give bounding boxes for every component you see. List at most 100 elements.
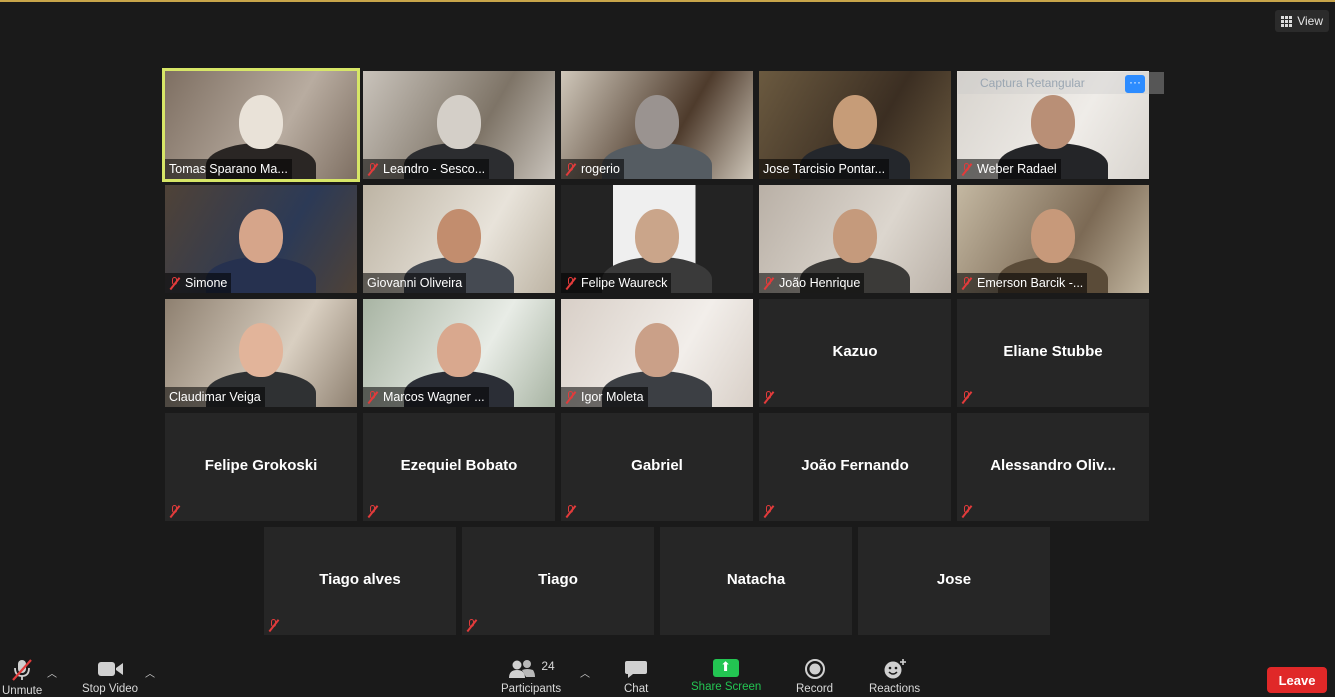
participant-name-strip: Emerson Barcik -... bbox=[957, 273, 1088, 293]
participant-tile[interactable]: rogerio bbox=[561, 71, 753, 179]
stop-video-button[interactable]: Stop Video bbox=[82, 659, 138, 695]
participant-tile[interactable]: Tomas Sparano Ma... bbox=[162, 68, 360, 182]
video-options-caret[interactable]: ︿ bbox=[145, 665, 155, 680]
participant-tile[interactable]: Jose Tarcisio Pontar... bbox=[759, 71, 951, 179]
participant-tile[interactable]: Natacha bbox=[660, 527, 852, 635]
participant-tile[interactable]: Gabriel bbox=[561, 413, 753, 521]
participants-options-caret[interactable]: ︿ bbox=[580, 665, 590, 680]
microphone-muted-icon bbox=[565, 276, 577, 290]
participant-name-strip: Felipe Waureck bbox=[561, 273, 672, 293]
participant-tile[interactable]: Giovanni Oliveira bbox=[363, 185, 555, 293]
participant-name: Emerson Barcik -... bbox=[977, 276, 1084, 290]
view-button[interactable]: View bbox=[1275, 10, 1329, 32]
participant-name-strip: Leandro - Sesco... bbox=[363, 159, 490, 179]
unmute-button[interactable]: Unmute bbox=[2, 659, 42, 697]
microphone-muted-icon bbox=[961, 276, 973, 290]
participant-name-strip: Tomas Sparano Ma... bbox=[165, 159, 292, 179]
participant-name-strip: Simone bbox=[165, 273, 232, 293]
participant-name-strip: Igor Moleta bbox=[561, 387, 648, 407]
microphone-muted-icon bbox=[961, 390, 973, 404]
view-label: View bbox=[1297, 14, 1323, 28]
leave-button[interactable]: Leave bbox=[1267, 667, 1327, 693]
participant-name-strip: Marcos Wagner ... bbox=[363, 387, 489, 407]
participant-display-name: Tiago alves bbox=[319, 571, 401, 588]
participant-tile[interactable]: Emerson Barcik -... bbox=[957, 185, 1149, 293]
participant-display-name: Gabriel bbox=[631, 457, 683, 474]
microphone-muted-icon bbox=[961, 162, 973, 176]
participant-name-strip: Weber Radael bbox=[957, 159, 1061, 179]
participant-tile[interactable]: Jose bbox=[858, 527, 1050, 635]
reactions-smiley-icon bbox=[884, 659, 906, 679]
participant-name-strip bbox=[264, 615, 284, 635]
participant-tile[interactable]: Leandro - Sesco... bbox=[363, 71, 555, 179]
participant-name-strip: Jose Tarcisio Pontar... bbox=[759, 159, 890, 179]
participant-tile[interactable]: Claudimar Veiga bbox=[165, 299, 357, 407]
microphone-muted-icon bbox=[565, 504, 577, 518]
microphone-muted-icon bbox=[169, 504, 181, 518]
participant-tile[interactable]: João Fernando bbox=[759, 413, 951, 521]
participant-tile[interactable]: Simone bbox=[165, 185, 357, 293]
participant-name: João Henrique bbox=[779, 276, 861, 290]
record-icon bbox=[804, 659, 825, 679]
participant-tile[interactable]: Ezequiel Bobato bbox=[363, 413, 555, 521]
microphone-muted-icon bbox=[961, 504, 973, 518]
participant-name-strip bbox=[957, 387, 977, 407]
participants-icon bbox=[509, 660, 536, 678]
participant-tile[interactable]: Marcos Wagner ... bbox=[363, 299, 555, 407]
participant-tile[interactable]: Alessandro Oliv... bbox=[957, 413, 1149, 521]
microphone-muted-icon bbox=[169, 276, 181, 290]
audio-options-caret[interactable]: ︿ bbox=[47, 665, 57, 680]
participant-tile[interactable]: Tiago bbox=[462, 527, 654, 635]
meeting-toolbar: Unmute ︿ Stop Video ︿ 24 Participants ︿ … bbox=[0, 651, 1335, 697]
participant-tile[interactable]: João Henrique bbox=[759, 185, 951, 293]
microphone-muted-icon bbox=[763, 504, 775, 518]
microphone-muted-icon bbox=[763, 276, 775, 290]
participant-name: Felipe Waureck bbox=[581, 276, 668, 290]
participant-display-name: Tiago bbox=[538, 571, 578, 588]
share-screen-button[interactable]: Share Screen bbox=[691, 659, 761, 693]
participant-tile[interactable]: Felipe Grokoski bbox=[165, 413, 357, 521]
participant-display-name: Eliane Stubbe bbox=[1003, 343, 1103, 360]
participant-tile[interactable]: Eliane Stubbe bbox=[957, 299, 1149, 407]
participant-name: Tomas Sparano Ma... bbox=[169, 162, 288, 176]
participant-display-name: João Fernando bbox=[801, 457, 909, 474]
microphone-muted-icon bbox=[268, 618, 280, 632]
microphone-muted-icon bbox=[565, 390, 577, 404]
participant-tile[interactable]: Kazuo bbox=[759, 299, 951, 407]
participant-name-strip bbox=[561, 501, 581, 521]
chat-icon bbox=[625, 661, 648, 678]
participant-display-name: Natacha bbox=[726, 571, 786, 588]
participant-name: Jose Tarcisio Pontar... bbox=[763, 162, 886, 176]
participant-name-strip: Giovanni Oliveira bbox=[363, 273, 467, 293]
participant-tile[interactable]: Igor Moleta bbox=[561, 299, 753, 407]
microphone-muted-icon bbox=[12, 659, 32, 681]
grid-view-icon bbox=[1281, 15, 1293, 27]
reactions-button[interactable]: Reactions bbox=[869, 659, 920, 695]
participant-name-strip bbox=[759, 501, 779, 521]
microphone-muted-icon bbox=[367, 390, 379, 404]
participant-name: Weber Radael bbox=[977, 162, 1057, 176]
participant-display-name: Alessandro Oliv... bbox=[990, 457, 1116, 474]
microphone-muted-icon bbox=[466, 618, 478, 632]
participant-name-strip bbox=[957, 501, 977, 521]
participant-name-strip: Claudimar Veiga bbox=[165, 387, 265, 407]
participant-name: Giovanni Oliveira bbox=[367, 276, 463, 290]
tile-more-button[interactable]: ··· bbox=[1125, 75, 1145, 93]
participant-name: Marcos Wagner ... bbox=[383, 390, 485, 404]
participants-button[interactable]: 24 Participants bbox=[501, 659, 561, 695]
chat-button[interactable]: Chat bbox=[624, 659, 648, 695]
participant-name-strip: João Henrique bbox=[759, 273, 865, 293]
participant-tile[interactable]: Tiago alves bbox=[264, 527, 456, 635]
participant-name: Claudimar Veiga bbox=[169, 390, 261, 404]
microphone-muted-icon bbox=[367, 504, 379, 518]
participant-name: Leandro - Sesco... bbox=[383, 162, 486, 176]
window-top-border bbox=[0, 0, 1335, 2]
participant-name-strip bbox=[165, 501, 185, 521]
participants-count: 24 bbox=[541, 659, 555, 673]
participant-name-strip bbox=[363, 501, 383, 521]
participant-display-name: Jose bbox=[936, 571, 972, 588]
participant-display-name: Ezequiel Bobato bbox=[400, 457, 518, 474]
participant-tile[interactable]: Felipe Waureck bbox=[561, 185, 753, 293]
record-button[interactable]: Record bbox=[796, 659, 833, 695]
participant-name: Simone bbox=[185, 276, 228, 290]
